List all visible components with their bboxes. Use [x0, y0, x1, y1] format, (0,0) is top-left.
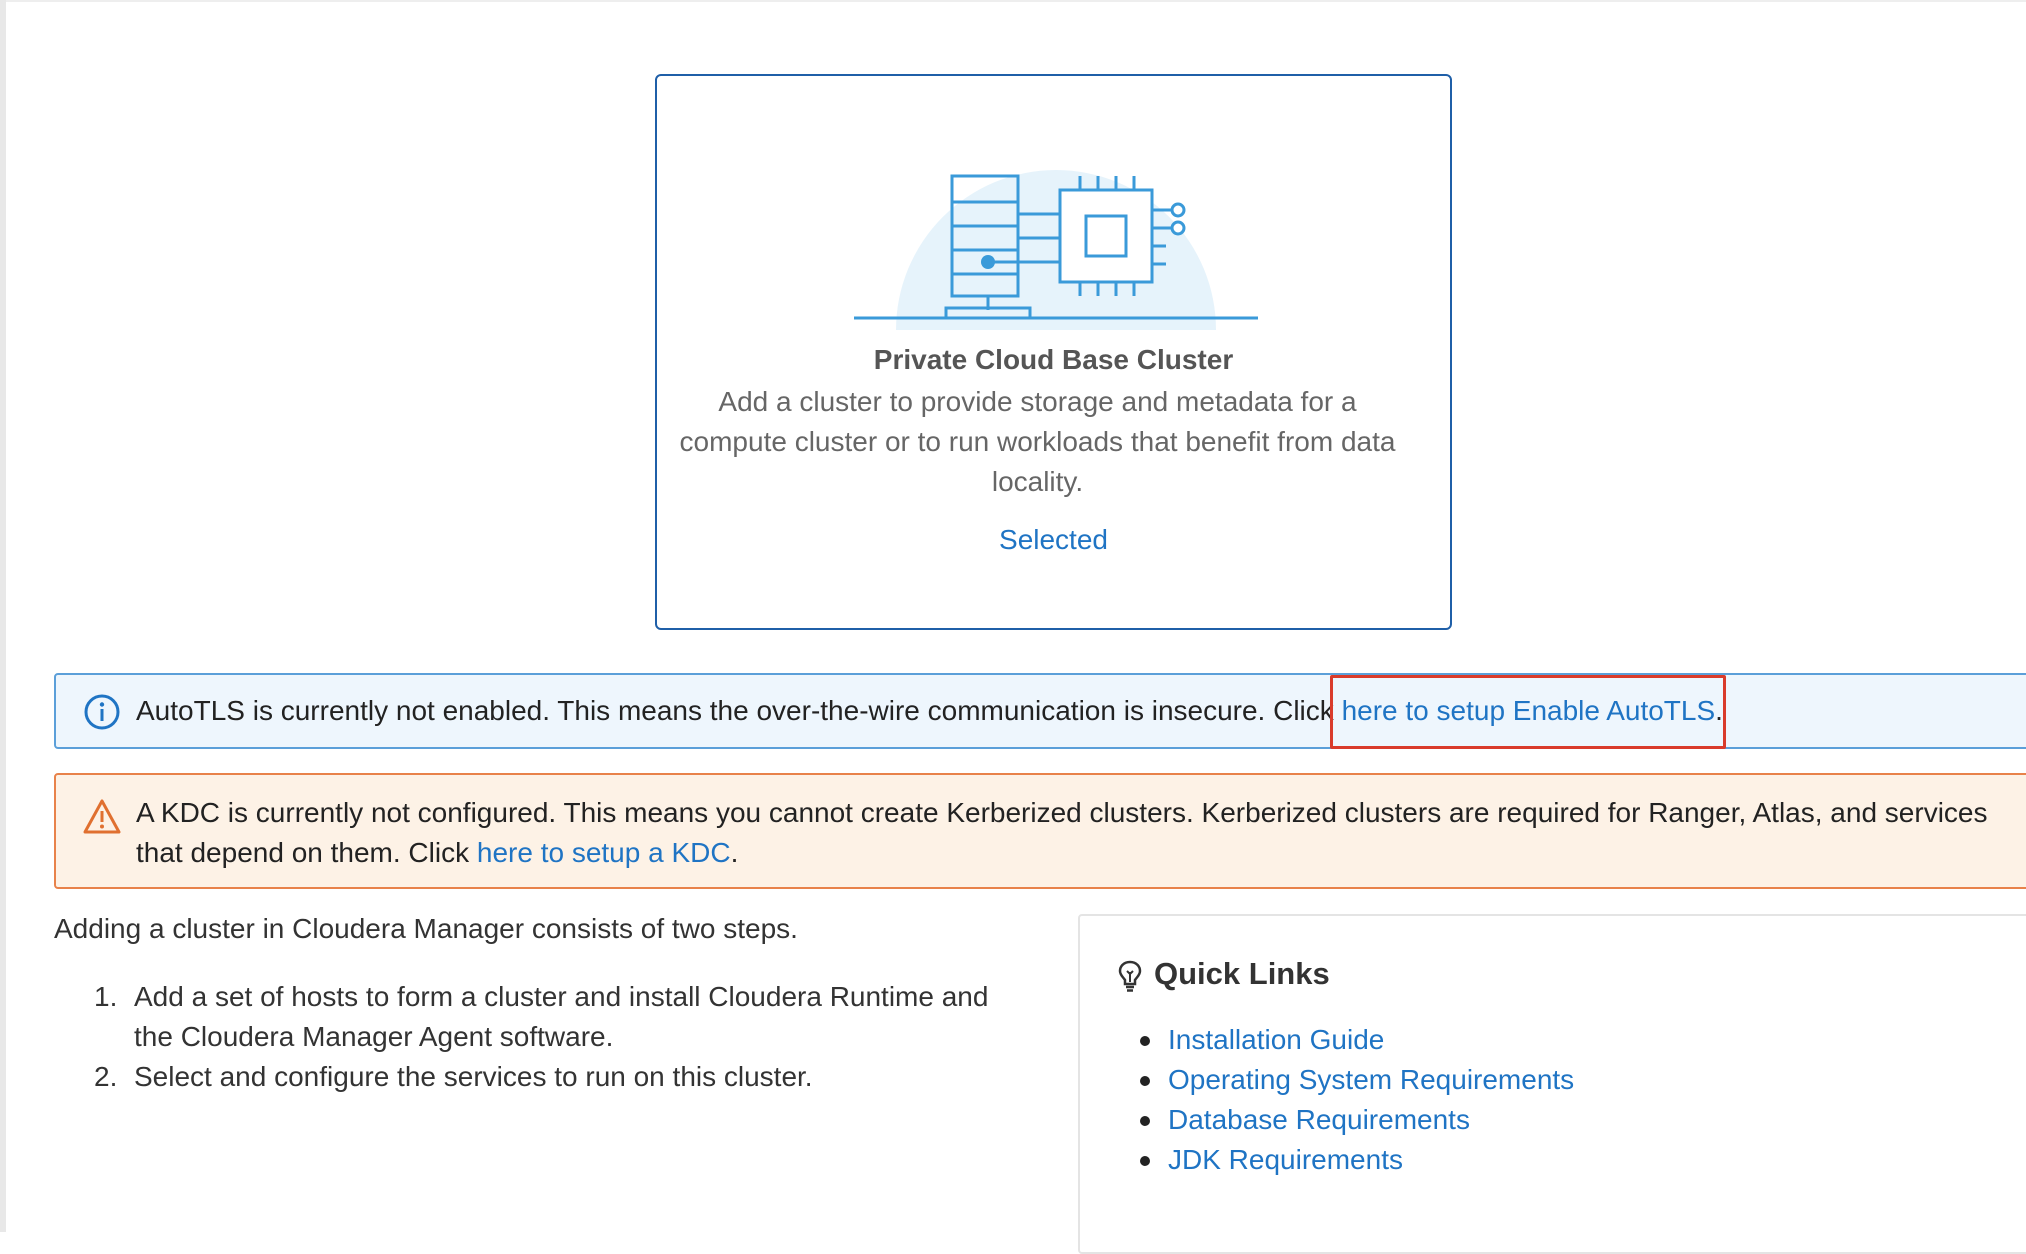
kdc-message: A KDC is currently not configured. This … [136, 793, 2022, 873]
step-text: Add a set of hosts to form a cluster and… [134, 981, 989, 1052]
selected-status-link[interactable]: Selected [657, 524, 1450, 556]
kdc-suffix: . [730, 837, 739, 868]
lightbulb-icon [1118, 960, 1142, 992]
server-chip-icon [854, 170, 1258, 330]
os-requirements-link[interactable]: Operating System Requirements [1168, 1064, 1574, 1095]
kdc-text: A KDC is currently not configured. This … [136, 797, 1988, 868]
left-border [0, 0, 6, 1232]
cluster-type-card[interactable]: Private Cloud Base Cluster Add a cluster… [655, 74, 1452, 630]
list-item: 1. Add a set of hosts to form a cluster … [54, 977, 1034, 1057]
top-border [0, 0, 2026, 2]
info-icon [84, 694, 120, 730]
jdk-requirements-link[interactable]: JDK Requirements [1168, 1144, 1403, 1175]
card-title: Private Cloud Base Cluster [873, 344, 1234, 375]
steps-list: 1. Add a set of hosts to form a cluster … [54, 977, 1034, 1097]
quick-links-list: Installation Guide Operating System Requ… [1140, 1020, 1574, 1180]
autotls-suffix: . [1715, 695, 1723, 726]
quick-links-title: Quick Links [1154, 956, 1330, 991]
database-requirements-link[interactable]: Database Requirements [1168, 1104, 1470, 1135]
step-text: Select and configure the services to run… [134, 1061, 813, 1092]
autotls-alert: AutoTLS is currently not enabled. This m… [54, 673, 2026, 749]
quick-links-heading: Quick Links [1118, 956, 1330, 992]
installation-guide-link[interactable]: Installation Guide [1168, 1024, 1384, 1055]
step-number: 2. [94, 1061, 118, 1092]
autotls-message: AutoTLS is currently not enabled. This m… [136, 691, 2022, 731]
list-item: Operating System Requirements [1140, 1060, 1574, 1100]
bullet [1140, 1116, 1150, 1126]
bullet [1140, 1156, 1150, 1166]
setup-kdc-link[interactable]: here to setup a KDC [477, 837, 731, 868]
enable-autotls-link[interactable]: here to setup Enable AutoTLS [1342, 695, 1716, 726]
bullet [1140, 1076, 1150, 1086]
quick-links-panel: Quick Links Installation Guide Operating… [1078, 914, 2026, 1254]
list-item: JDK Requirements [1140, 1140, 1574, 1180]
list-item: Database Requirements [1140, 1100, 1574, 1140]
card-description: Add a cluster to provide storage and met… [679, 386, 1396, 497]
steps-intro: Adding a cluster in Cloudera Manager con… [54, 913, 798, 944]
bullet [1140, 1036, 1150, 1046]
list-item: Installation Guide [1140, 1020, 1574, 1060]
autotls-text: AutoTLS is currently not enabled. This m… [136, 695, 1342, 726]
step-number: 1. [94, 981, 118, 1012]
warning-icon [83, 799, 121, 834]
kdc-alert: A KDC is currently not configured. This … [54, 773, 2026, 889]
list-item: 2. Select and configure the services to … [54, 1057, 1034, 1097]
